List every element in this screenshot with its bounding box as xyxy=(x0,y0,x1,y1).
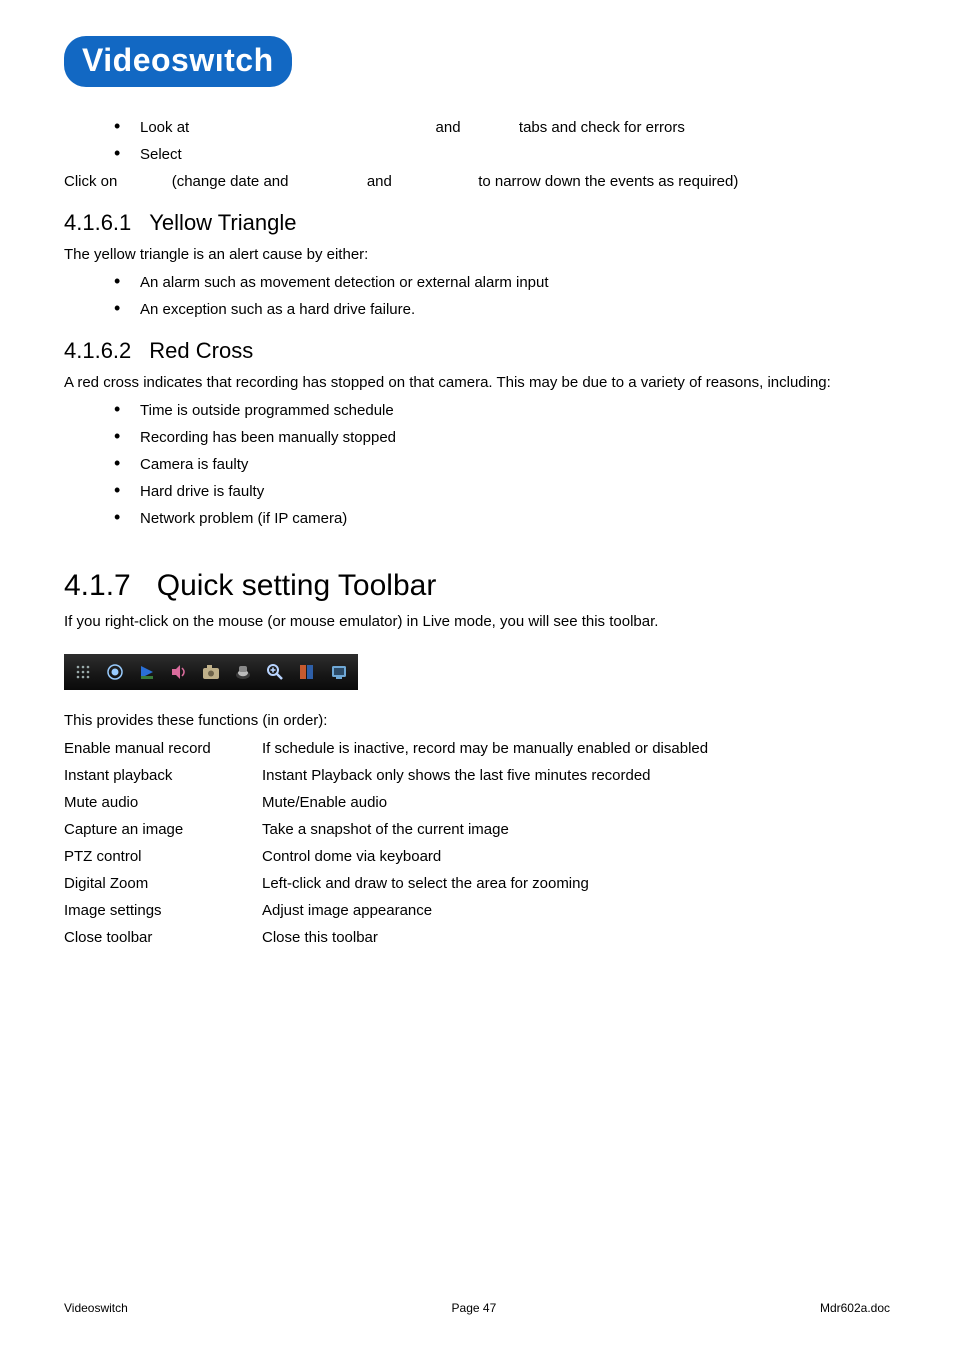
list-item: An exception such as a hard drive failur… xyxy=(114,299,890,320)
function-name: Digital Zoom xyxy=(64,875,262,892)
text: Look at xyxy=(140,117,193,138)
text: and xyxy=(367,173,396,190)
text: Network problem (if IP camera) xyxy=(140,510,347,527)
table-row: Digital ZoomLeft-click and draw to selec… xyxy=(64,875,890,892)
image-settings-icon xyxy=(296,661,318,683)
text: and xyxy=(431,117,464,138)
brand-logo-text: Videoswıtch xyxy=(82,42,274,79)
function-name: Close toolbar xyxy=(64,929,262,946)
function-desc: Close this toolbar xyxy=(262,929,378,946)
quick-lead: If you right-click on the mouse (or mous… xyxy=(64,611,890,633)
heading-red-cross: 4.1.6.2 Red Cross xyxy=(64,338,890,364)
heading-title: Quick setting Toolbar xyxy=(157,569,437,603)
heading-title: Red Cross xyxy=(149,338,253,364)
footer-center: Page 47 xyxy=(452,1301,497,1315)
function-name: Image settings xyxy=(64,902,262,919)
close-toolbar-icon xyxy=(328,661,350,683)
quick-toolbar-figure xyxy=(64,654,890,690)
document-page: Videoswıtch Look at and tabs and check f… xyxy=(0,0,954,1351)
function-name: PTZ control xyxy=(64,848,262,865)
function-name: Enable manual record xyxy=(64,740,262,757)
audio-icon xyxy=(168,661,190,683)
list-item: An alarm such as movement detection or e… xyxy=(114,272,890,293)
red-bullet-list: Time is outside programmed schedule Reco… xyxy=(114,400,890,529)
text: An alarm such as movement detection or e… xyxy=(140,274,549,291)
list-item: Network problem (if IP camera) xyxy=(114,508,890,529)
table-row: Close toolbarClose this toolbar xyxy=(64,929,890,946)
text: Select xyxy=(140,146,182,163)
ptz-icon xyxy=(232,661,254,683)
function-desc: Left-click and draw to select the area f… xyxy=(262,875,589,892)
function-desc: Instant Playback only shows the last fiv… xyxy=(262,767,651,784)
text: Hard drive is faulty xyxy=(140,483,264,500)
quick-provides-text: This provides these functions (in order)… xyxy=(64,710,890,732)
footer-right: Mdr602a.doc xyxy=(820,1301,890,1315)
text: Click on xyxy=(64,173,122,190)
page-footer: Videoswitch Page 47 Mdr602a.doc xyxy=(64,1301,890,1315)
red-lead: A red cross indicates that recording has… xyxy=(64,372,890,394)
table-row: Mute audioMute/Enable audio xyxy=(64,794,890,811)
grid-icon xyxy=(72,661,94,683)
brand-logo: Videoswıtch xyxy=(64,36,292,87)
functions-table: Enable manual recordIf schedule is inact… xyxy=(64,740,890,946)
record-icon xyxy=(104,661,126,683)
function-desc: Mute/Enable audio xyxy=(262,794,387,811)
camera-snapshot-icon xyxy=(200,661,222,683)
text: An exception such as a hard drive failur… xyxy=(140,301,415,318)
table-row: Capture an imageTake a snapshot of the c… xyxy=(64,821,890,838)
table-row: Enable manual recordIf schedule is inact… xyxy=(64,740,890,757)
heading-number: 4.1.6.2 xyxy=(64,338,131,364)
heading-quick-setting-toolbar: 4.1.7 Quick setting Toolbar xyxy=(64,569,890,603)
heading-title: Yellow Triangle xyxy=(149,210,296,236)
function-desc: If schedule is inactive, record may be m… xyxy=(262,740,708,757)
function-desc: Adjust image appearance xyxy=(262,902,432,919)
table-row: PTZ controlControl dome via keyboard xyxy=(64,848,890,865)
footer-left: Videoswitch xyxy=(64,1301,128,1315)
list-item: Select xyxy=(114,144,890,165)
toolbar-strip xyxy=(64,654,358,690)
function-desc: Take a snapshot of the current image xyxy=(262,821,509,838)
heading-yellow-triangle: 4.1.6.1 Yellow Triangle xyxy=(64,210,890,236)
text: (change date and xyxy=(172,173,293,190)
yellow-lead: The yellow triangle is an alert cause by… xyxy=(64,244,890,266)
intro-clickon-text: Click on (change date and and to narrow … xyxy=(64,171,890,192)
text: Time is outside programmed schedule xyxy=(140,402,394,419)
function-name: Mute audio xyxy=(64,794,262,811)
playback-icon xyxy=(136,661,158,683)
list-item: Time is outside programmed schedule xyxy=(114,400,890,421)
zoom-icon xyxy=(264,661,286,683)
list-item: Look at and tabs and check for errors xyxy=(114,117,890,138)
text: Recording has been manually stopped xyxy=(140,429,396,446)
list-item: Hard drive is faulty xyxy=(114,481,890,502)
text: tabs and check for errors xyxy=(515,117,685,138)
table-row: Image settingsAdjust image appearance xyxy=(64,902,890,919)
heading-number: 4.1.7 xyxy=(64,569,131,603)
text: to narrow down the events as required) xyxy=(478,173,738,190)
text: Camera is faulty xyxy=(140,456,248,473)
list-item: Camera is faulty xyxy=(114,454,890,475)
function-desc: Control dome via keyboard xyxy=(262,848,441,865)
list-item: Recording has been manually stopped xyxy=(114,427,890,448)
yellow-bullet-list: An alarm such as movement detection or e… xyxy=(114,272,890,320)
heading-number: 4.1.6.1 xyxy=(64,210,131,236)
intro-bullet-list: Look at and tabs and check for errors Se… xyxy=(114,117,890,165)
function-name: Instant playback xyxy=(64,767,262,784)
function-name: Capture an image xyxy=(64,821,262,838)
table-row: Instant playbackInstant Playback only sh… xyxy=(64,767,890,784)
